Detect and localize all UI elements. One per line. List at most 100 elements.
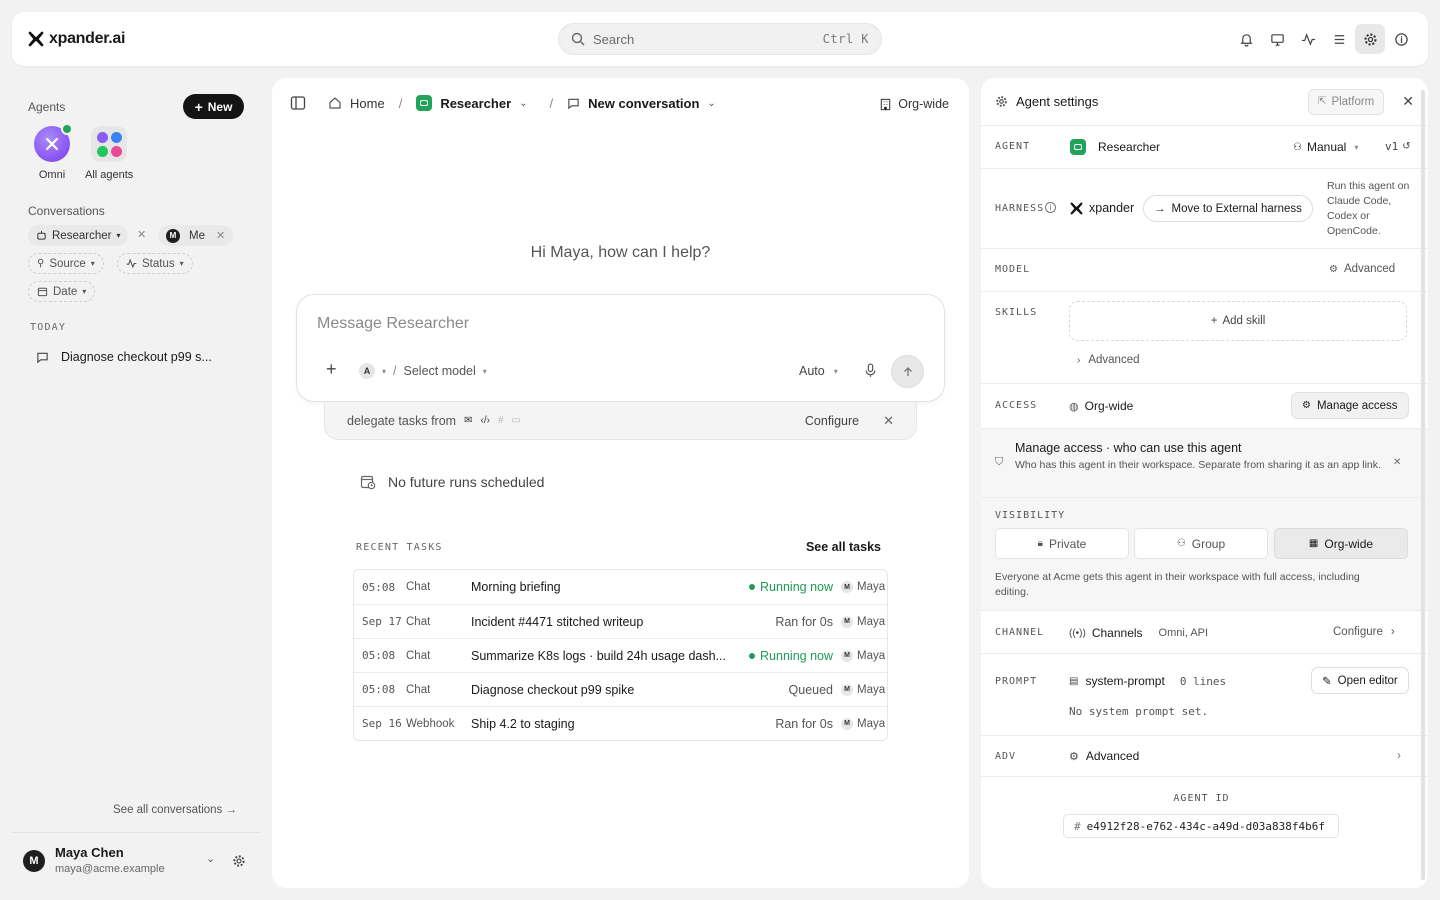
chevron-right-icon: › [1077, 354, 1081, 366]
clear-user-filter-icon[interactable]: ✕ [216, 229, 225, 242]
prompt-empty-text: No system prompt set. [1069, 705, 1209, 718]
close-icon[interactable]: ✕ [1402, 93, 1414, 110]
gear-icon[interactable] [232, 854, 246, 868]
globe-icon: ◍ [1069, 400, 1079, 413]
building-icon: ▦ [1308, 538, 1319, 549]
skills-advanced-toggle[interactable]: › Advanced [1077, 354, 1140, 366]
agent-name[interactable]: Researcher [1098, 140, 1160, 154]
app-logo[interactable]: xpander.ai [28, 30, 125, 48]
agents-title: Agents [28, 100, 66, 114]
user-avatar[interactable]: M [23, 850, 45, 872]
search-bar[interactable]: Search Ctrl K [558, 23, 882, 55]
mode-selector[interactable]: Auto ▾ [799, 364, 838, 378]
close-icon[interactable]: ✕ [1393, 457, 1401, 468]
model-label: MODEL [995, 264, 1031, 275]
menu-icon[interactable] [1324, 24, 1354, 54]
see-all-tasks-link[interactable]: See all tasks [806, 540, 881, 554]
task-row[interactable]: 05:08 Chat Morning briefing Running now M May… [354, 570, 887, 604]
model-selector[interactable]: A ▾ / Select model ▾ [359, 363, 487, 379]
breadcrumb-home[interactable]: Home [350, 96, 385, 111]
prompt-file: ▤ system-prompt 0 lines [1069, 674, 1226, 688]
channel-row: CHANNEL ((•)) Channels Omni, API Configu… [981, 611, 1428, 654]
person-icon: ⚇ [1293, 141, 1302, 153]
clear-agent-filter-icon[interactable]: ✕ [137, 228, 146, 241]
skills-advanced-label: Advanced [1088, 354, 1140, 366]
close-icon[interactable]: ✕ [883, 413, 894, 429]
agent-id-field[interactable]: # e4912f28-e762-434c-a49d-d03a838f4b6f [1063, 814, 1339, 838]
all-agents-grid-icon [91, 126, 128, 162]
visibility-org-wide[interactable]: ▦ Org-wide [1274, 528, 1408, 559]
add-skill-button[interactable]: + Add skill [1069, 301, 1407, 341]
configure-link[interactable]: Configure [805, 414, 859, 428]
plus-icon: + [1210, 315, 1218, 327]
running-dot [749, 652, 756, 659]
filter-source[interactable]: ⚲ Source ▾ [28, 253, 104, 274]
filter-status[interactable]: Status ▾ [117, 253, 193, 274]
sidebar-toggle-icon[interactable] [290, 95, 306, 111]
filter-user[interactable]: M Me ✕ [158, 225, 234, 246]
group-icon: ⚇ [1176, 538, 1186, 549]
channel-configure-link[interactable]: Configure › [1333, 626, 1395, 638]
platform-button[interactable]: ⇱ Platform [1308, 88, 1385, 115]
send-button[interactable] [891, 355, 924, 388]
task-row[interactable]: 05:08 Chat Summarize K8s logs · build 24h … [354, 638, 887, 672]
chevron-down-icon[interactable]: ⌄ [707, 98, 715, 109]
harness-row: HARNESS i xpander → Move to External har… [981, 169, 1428, 249]
filter-agent[interactable]: Researcher ▾ [28, 225, 129, 246]
message-composer[interactable]: Message Researcher + A ▾ / Select model … [296, 294, 945, 402]
filter-date[interactable]: Date ▾ [28, 281, 96, 302]
panel-scrollbar[interactable] [1421, 90, 1425, 880]
agent-all[interactable]: All agents [85, 126, 133, 181]
breadcrumb-conversation[interactable]: New conversation [588, 96, 699, 111]
open-editor-button[interactable]: ✎ Open editor [1311, 667, 1409, 694]
task-time: 05:08 [362, 683, 396, 696]
prompt-file-name: system-prompt [1085, 674, 1165, 688]
task-status-label: Ran for 0s [775, 716, 833, 731]
model-separator: / [393, 364, 397, 378]
task-user: M Maya [841, 683, 887, 696]
model-value: Advanced [1343, 263, 1396, 275]
model-advanced[interactable]: ⚙ Advanced [1329, 263, 1395, 275]
info-icon[interactable]: i [1045, 202, 1056, 213]
message-input[interactable]: Message Researcher [317, 315, 469, 333]
chevron-down-icon: ▾ [482, 366, 487, 376]
visibility-group[interactable]: ⚇ Group [1134, 528, 1268, 559]
bell-icon[interactable] [1231, 24, 1261, 54]
task-user-name: Maya [857, 683, 886, 696]
microphone-icon[interactable] [864, 363, 877, 378]
omni-avatar [34, 123, 73, 162]
see-all-conversations-link[interactable]: See all conversations → [113, 804, 237, 816]
chevron-down-icon[interactable]: ⌄ [206, 852, 215, 865]
adv-row[interactable]: ADV ⚙ Advanced › [981, 736, 1428, 777]
monitor-icon[interactable] [1262, 24, 1292, 54]
manage-access-button[interactable]: ⚙ Manage access [1291, 392, 1409, 419]
move-external-harness-button[interactable]: → Move to External harness [1143, 195, 1313, 222]
model-row: MODEL ⚙ Advanced [981, 249, 1428, 292]
conversations-title: Conversations [28, 204, 105, 218]
breadcrumb-agent[interactable]: Researcher [440, 96, 511, 111]
new-agent-button[interactable]: + New [183, 94, 244, 119]
version-selector[interactable]: v1 ↺ [1385, 140, 1411, 153]
task-row[interactable]: 05:08 Chat Diagnose checkout p99 spike Queu… [354, 672, 887, 706]
agent-name: All agents [85, 169, 134, 181]
conversation-item[interactable]: Diagnose checkout p99 s... [32, 346, 244, 368]
plus-icon[interactable]: + [326, 359, 337, 380]
calendar-icon [37, 287, 48, 297]
info-icon[interactable] [1386, 24, 1416, 54]
agent-row: AGENT Researcher ⚇ Manual ▾ v1 ↺ [981, 126, 1428, 169]
visibility-option-label: Private [1048, 536, 1087, 551]
visibility-private[interactable]: 🔒︎ Private [995, 528, 1129, 559]
gear-icon[interactable] [1355, 24, 1385, 54]
channel-configure-label: Configure [1333, 626, 1383, 638]
chevron-down-icon[interactable]: ⌄ [519, 98, 527, 109]
user-avatar: M [841, 717, 853, 730]
task-row[interactable]: Sep 16 Webhook Ship 4.2 to staging Ran for … [354, 706, 887, 740]
agent-omni[interactable]: Omni [34, 123, 73, 181]
task-row[interactable]: Sep 17 Chat Incident #4471 stitched writeu… [354, 604, 887, 638]
scope-indicator[interactable]: Org-wide [879, 97, 949, 111]
chevron-down-icon: ▾ [833, 366, 838, 376]
mode-dropdown[interactable]: ⚇ Manual ▾ [1293, 140, 1358, 154]
harness-name: xpander [1089, 201, 1135, 215]
no-future-text: No future runs scheduled [388, 474, 545, 490]
activity-icon[interactable] [1293, 24, 1323, 54]
